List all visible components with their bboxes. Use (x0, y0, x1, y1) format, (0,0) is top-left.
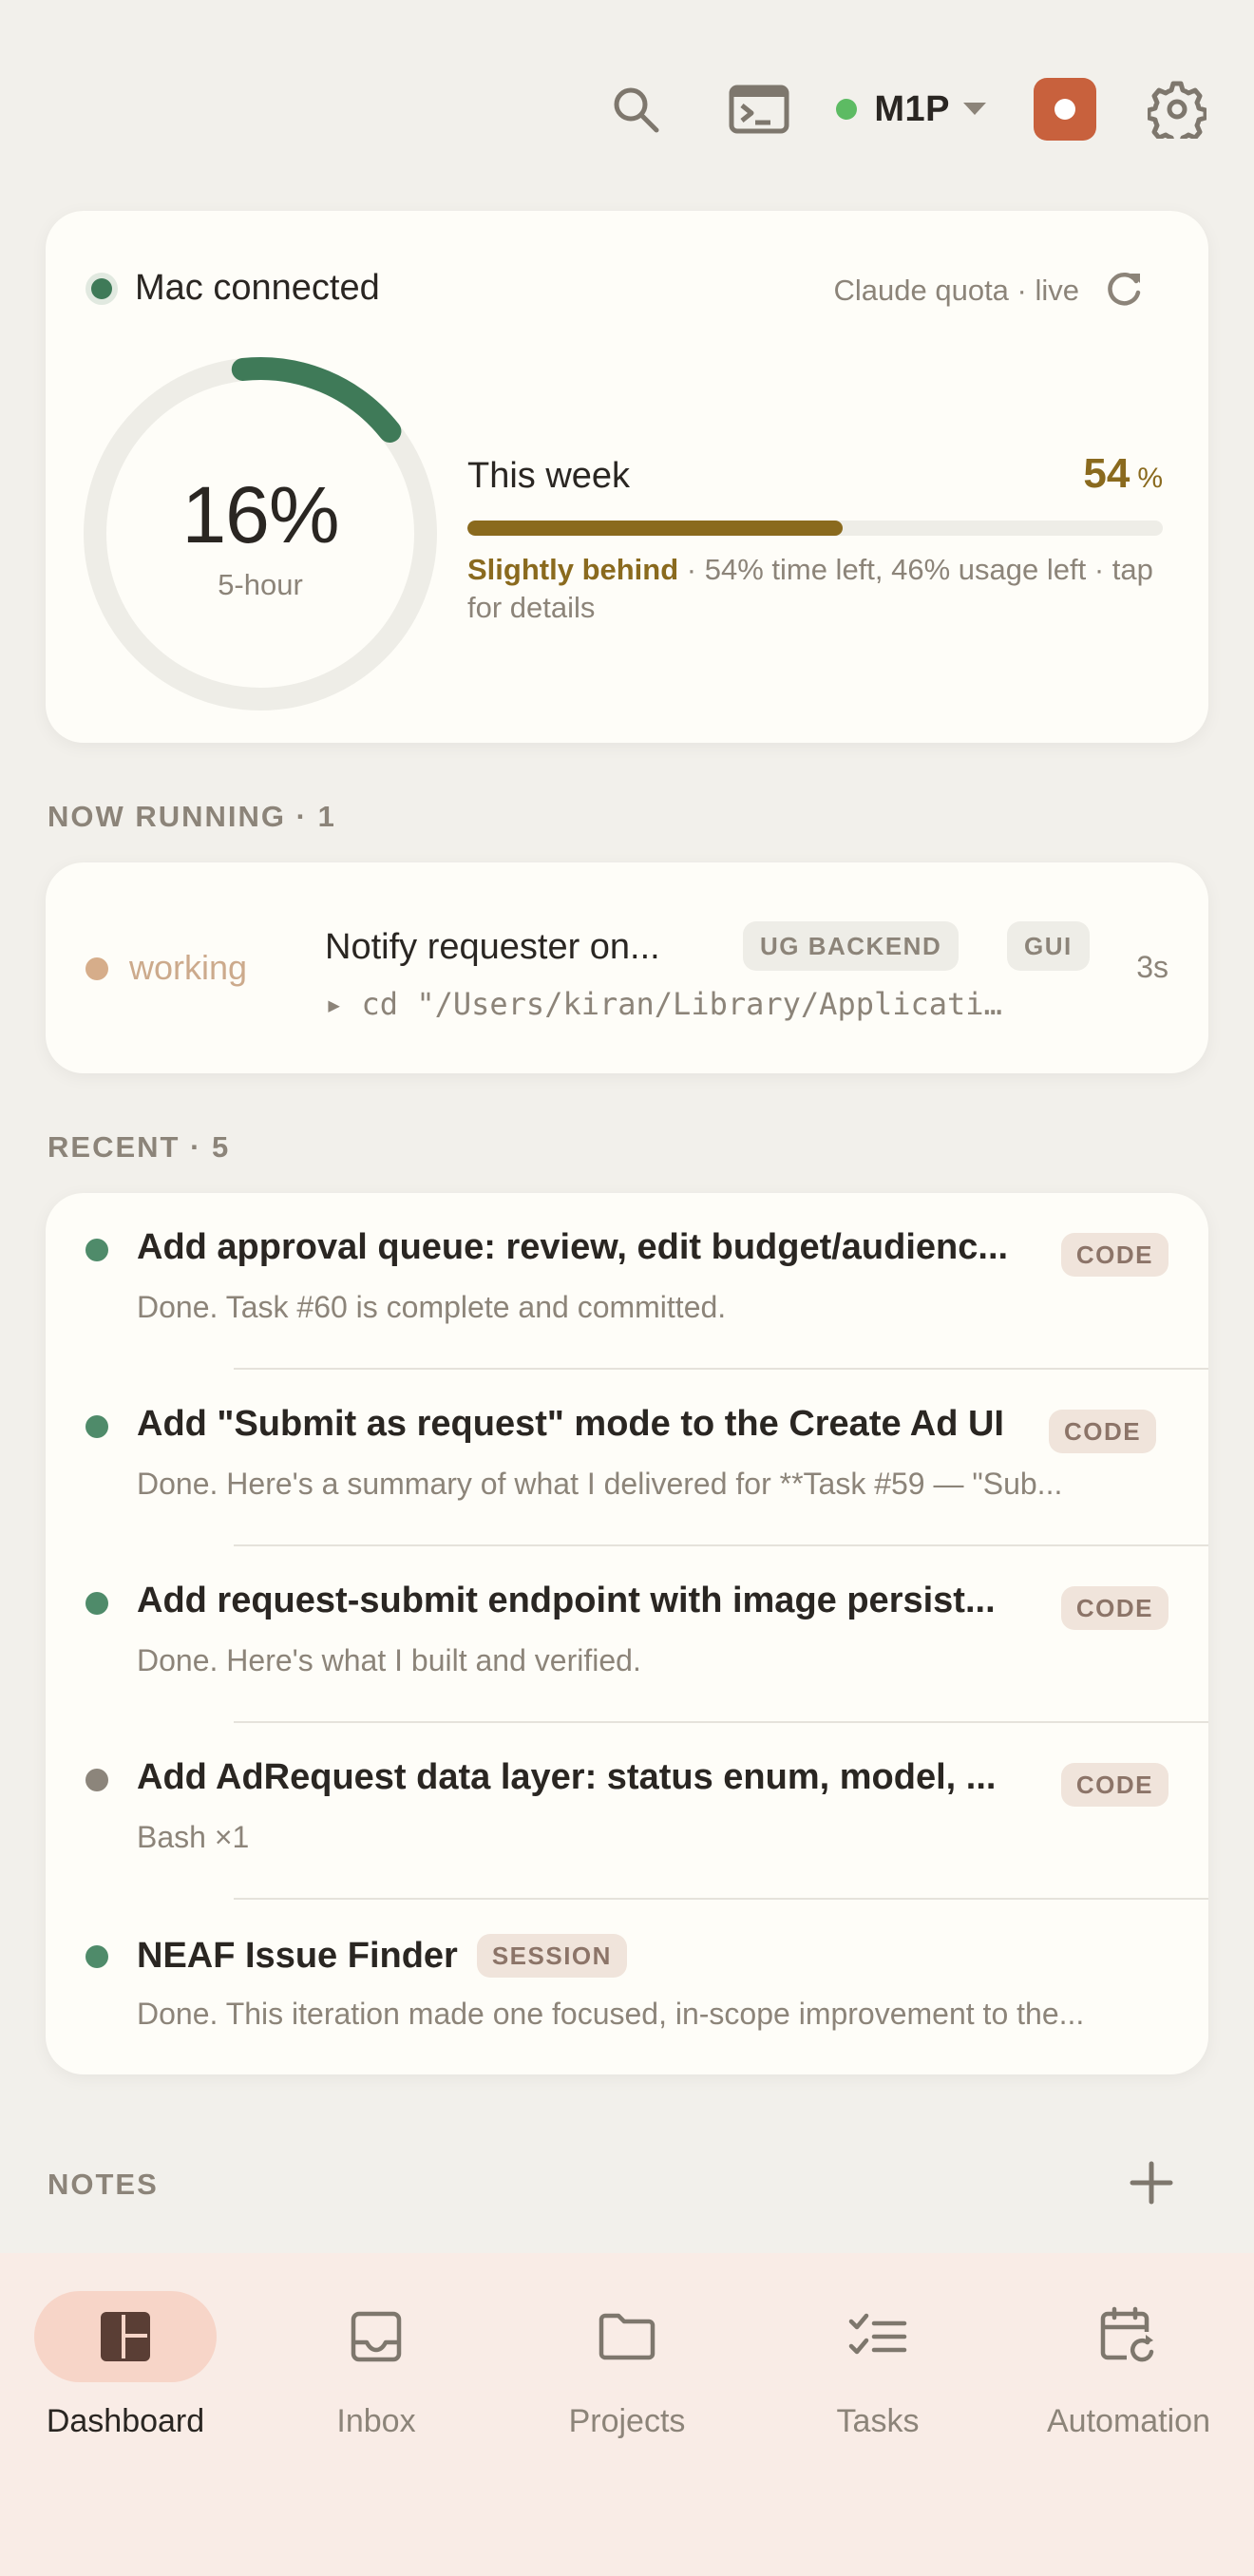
recent-item[interactable]: Add request-submit endpoint with image p… (46, 1546, 1208, 1723)
recent-status-dot (86, 1945, 108, 1968)
host-name: M1P (874, 88, 950, 129)
refresh-button[interactable] (1102, 268, 1146, 312)
connection-dot (91, 277, 112, 299)
week-progress-fill (467, 521, 844, 536)
week-description[interactable]: Slightly behind · 54% time left, 46% usa… (467, 551, 1170, 627)
connection-label: Mac connected (135, 268, 380, 308)
recent-item[interactable]: Add "Submit as request" mode to the Crea… (46, 1370, 1208, 1546)
tag-code: CODE (1060, 1586, 1168, 1630)
nav-inbox[interactable]: Inbox (251, 2291, 502, 2453)
now-running-label: NOW RUNNING · 1 (48, 800, 336, 833)
quota-card[interactable]: Mac connected Claude quota · live 16% 5-… (46, 211, 1208, 743)
bottom-nav: Dashboard Inbox Projects Tasks Automatio… (0, 2253, 1254, 2576)
dashboard-icon (101, 2312, 150, 2361)
nav-automation[interactable]: Automation (1003, 2291, 1254, 2453)
nav-pill (34, 2291, 217, 2382)
week-percent-unit: % (1137, 463, 1163, 494)
host-status-dot (836, 99, 858, 120)
quota-live-label: Claude quota · live (833, 274, 1080, 307)
recent-item-subtitle: Done. This iteration made one focused, i… (137, 1997, 1085, 2031)
nav-label: Inbox (336, 2403, 416, 2439)
tag-ug-backend: UG BACKEND (743, 921, 960, 971)
recent-item[interactable]: Add AdRequest data layer: status enum, m… (46, 1723, 1208, 1900)
chevron-down-icon (963, 103, 986, 115)
recent-item[interactable]: NEAF Issue Finder SESSION Done. This ite… (46, 1900, 1208, 2074)
nav-dashboard[interactable]: Dashboard (0, 2291, 251, 2453)
tag-code: CODE (1060, 1763, 1168, 1807)
search-icon (614, 87, 659, 133)
five-hour-percent: 16% (181, 470, 339, 559)
record-button[interactable] (1034, 78, 1096, 141)
running-command: ▸ cd "/Users/kiran/Library/Applicati… (325, 986, 1002, 1022)
week-percent: 54% (1083, 450, 1163, 498)
working-status-dot (86, 957, 108, 980)
folder-icon (598, 2313, 656, 2360)
tag-code: CODE (1049, 1410, 1157, 1453)
tag-gui: GUI (1007, 921, 1090, 971)
recent-item-title: Add approval queue: review, edit budget/… (137, 1227, 1009, 1267)
recent-item-subtitle: Done. Task #60 is complete and committed… (137, 1290, 727, 1324)
notes-label: NOTES (48, 2168, 159, 2201)
nav-label: Automation (1047, 2403, 1210, 2439)
recent-item[interactable]: Add approval queue: review, edit budget/… (46, 1193, 1208, 1370)
settings-button[interactable] (1134, 66, 1220, 152)
nav-projects[interactable]: Projects (502, 2291, 752, 2453)
running-title: Notify requester on... (325, 927, 660, 967)
recent-item-title-group: NEAF Issue Finder SESSION (137, 1934, 627, 1978)
tag-session: SESSION (476, 1934, 627, 1978)
refresh-icon (1108, 273, 1141, 306)
nav-pill (1037, 2291, 1220, 2382)
recent-item-subtitle: Done. Here's what I built and verified. (137, 1643, 641, 1677)
nav-tasks[interactable]: Tasks (752, 2291, 1003, 2453)
search-button[interactable] (593, 66, 678, 152)
recent-item-title: NEAF Issue Finder (137, 1935, 458, 1976)
inbox-icon (351, 2311, 402, 2362)
running-duration: 3s (1136, 950, 1168, 984)
week-progress-bar (467, 521, 1163, 536)
nav-label: Dashboard (46, 2403, 205, 2439)
nav-label: Projects (568, 2403, 686, 2439)
recent-item-title: Add AdRequest data layer: status enum, m… (137, 1757, 997, 1797)
recent-status-dot (86, 1415, 108, 1438)
plus-icon (1130, 2161, 1173, 2205)
calendar-refresh-icon (1100, 2306, 1154, 2362)
week-percent-value: 54 (1083, 450, 1130, 497)
recent-item-subtitle: Done. Here's a summary of what I deliver… (137, 1467, 1063, 1501)
week-status: Slightly behind (467, 553, 679, 586)
terminal-icon (729, 85, 789, 134)
running-item[interactable]: working Notify requester on... UG BACKEN… (46, 862, 1208, 1073)
top-bar: M1P (593, 66, 1220, 152)
tasks-icon (848, 2313, 907, 2355)
recent-list: Add approval queue: review, edit budget/… (46, 1193, 1208, 2074)
recent-item-title: Add request-submit endpoint with image p… (137, 1581, 996, 1620)
recent-status-dot (86, 1239, 108, 1261)
nav-pill (787, 2291, 969, 2382)
nav-pill (536, 2291, 718, 2382)
five-hour-label: 5-hour (218, 568, 303, 601)
recent-label: RECENT · 5 (48, 1130, 231, 1164)
gear-icon (1148, 81, 1206, 139)
nav-label: Tasks (836, 2403, 920, 2439)
week-title: This week (467, 456, 631, 496)
recent-status-dot (86, 1769, 108, 1791)
host-selector[interactable]: M1P (836, 66, 986, 152)
recent-item-title: Add "Submit as request" mode to the Crea… (137, 1404, 1004, 1444)
record-icon (1054, 99, 1075, 120)
running-state: working (129, 948, 248, 987)
recent-item-subtitle: Bash ×1 (137, 1820, 250, 1854)
connection-status: Mac connected (91, 268, 380, 309)
terminal-button[interactable] (716, 66, 802, 152)
tag-code: CODE (1060, 1233, 1168, 1277)
recent-status-dot (86, 1592, 108, 1615)
add-note-button[interactable] (1125, 2156, 1178, 2209)
nav-pill (285, 2291, 467, 2382)
